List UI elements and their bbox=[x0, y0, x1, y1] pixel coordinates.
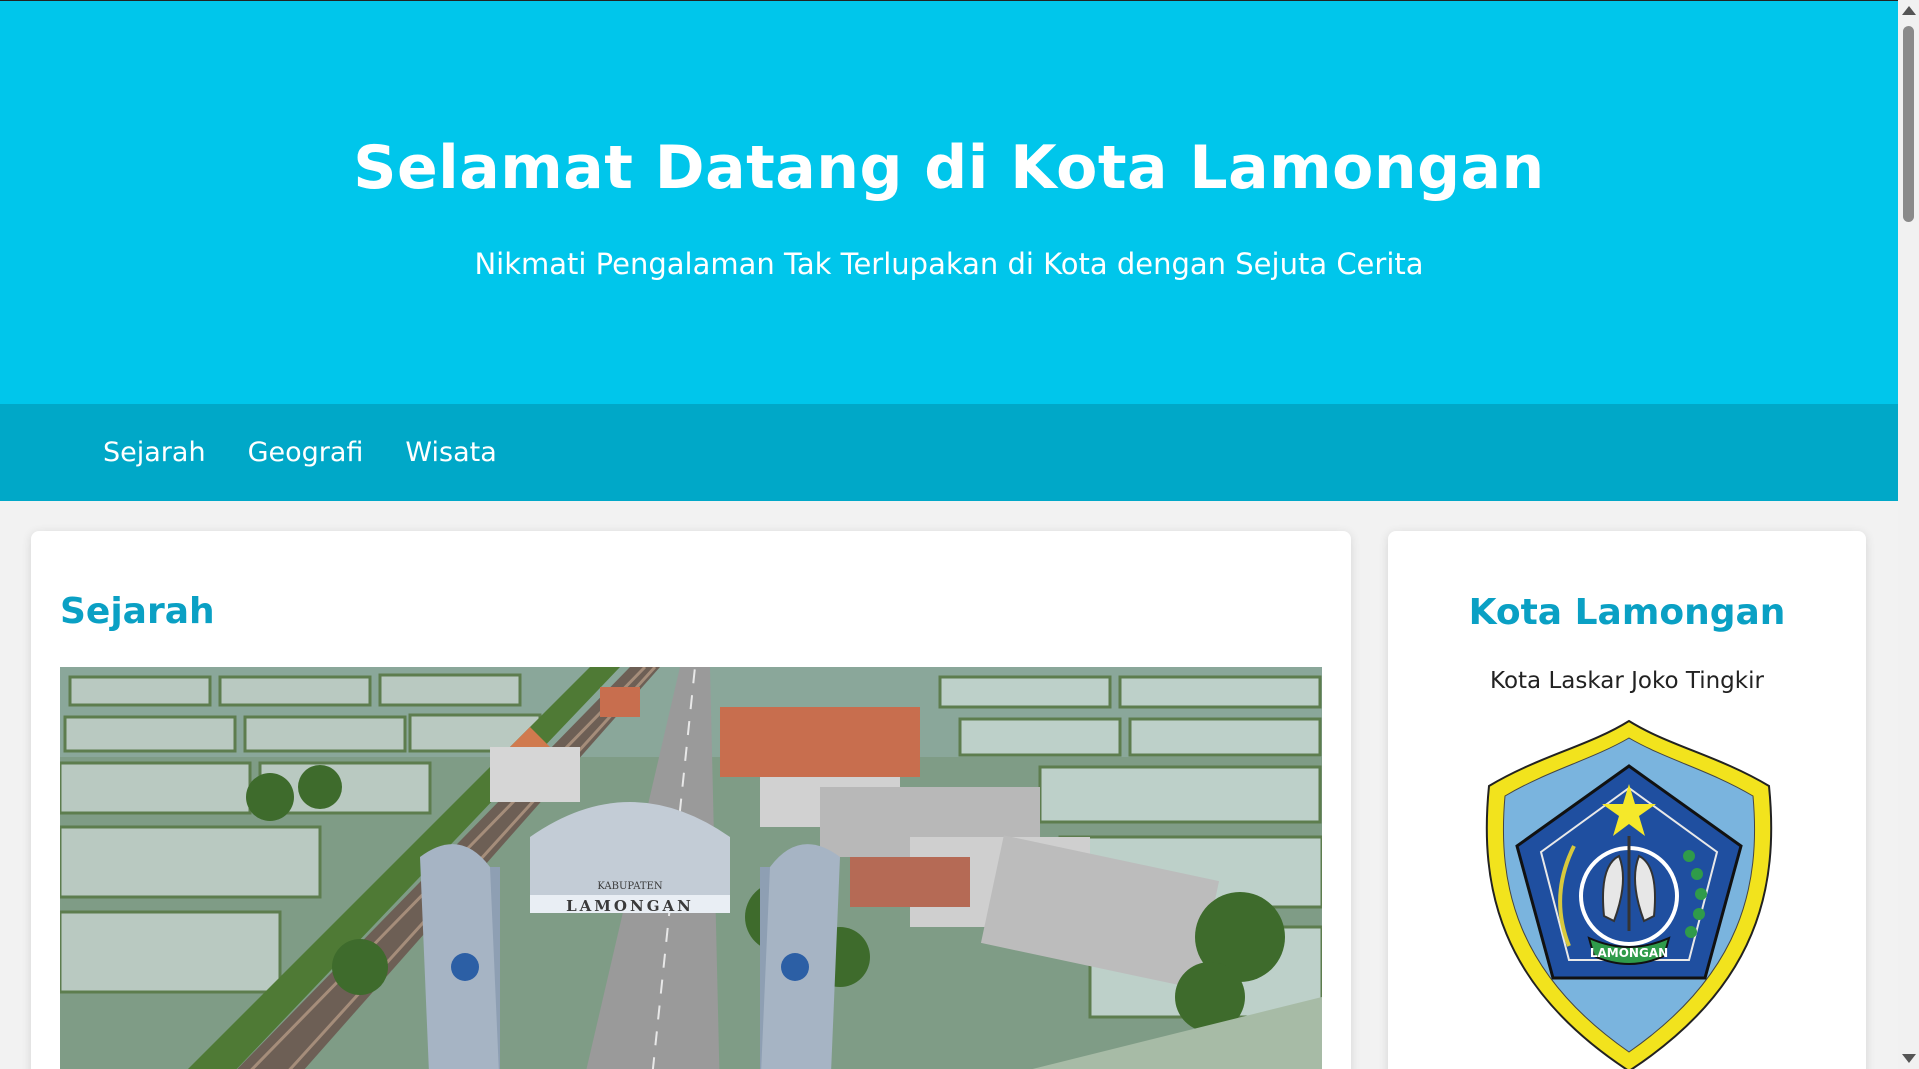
lamongan-gate-photo: KABUPATEN LAMONGAN bbox=[60, 667, 1322, 1069]
page: Selamat Datang di Kota Lamongan Nikmati … bbox=[0, 0, 1898, 1069]
hero-subtitle: Nikmati Pengalaman Tak Terlupakan di Kot… bbox=[474, 247, 1424, 281]
history-card: Sejarah KABUPATEN LAMONGAN bbox=[31, 531, 1351, 1069]
gate-sign-text: LAMONGAN bbox=[566, 897, 694, 915]
nav-item-wisata[interactable]: Wisata bbox=[405, 437, 496, 468]
nav-item-sejarah[interactable]: Sejarah bbox=[103, 437, 206, 468]
emblem-label: LAMONGAN bbox=[1590, 946, 1668, 960]
sidebar-tagline: Kota Laskar Joko Tingkir bbox=[1490, 668, 1764, 694]
main-nav: Sejarah Geografi Wisata bbox=[0, 404, 1898, 501]
hero-title: Selamat Datang di Kota Lamongan bbox=[353, 133, 1545, 203]
scroll-down-arrow-icon[interactable] bbox=[1902, 1054, 1916, 1063]
nav-item-geografi[interactable]: Geografi bbox=[248, 437, 364, 468]
lamongan-emblem: LAMONGAN bbox=[1479, 716, 1779, 1069]
hero-banner: Selamat Datang di Kota Lamongan Nikmati … bbox=[0, 0, 1898, 404]
scrollbar-thumb[interactable] bbox=[1903, 26, 1914, 222]
gate-sign-top: KABUPATEN bbox=[597, 881, 663, 892]
page-scrollbar[interactable] bbox=[1898, 0, 1919, 1069]
scroll-up-arrow-icon[interactable] bbox=[1902, 6, 1916, 15]
city-info-card: Kota Lamongan Kota Laskar Joko Tingkir L… bbox=[1388, 531, 1866, 1069]
sidebar-title: Kota Lamongan bbox=[1468, 592, 1786, 633]
section-title: Sejarah bbox=[60, 591, 215, 632]
